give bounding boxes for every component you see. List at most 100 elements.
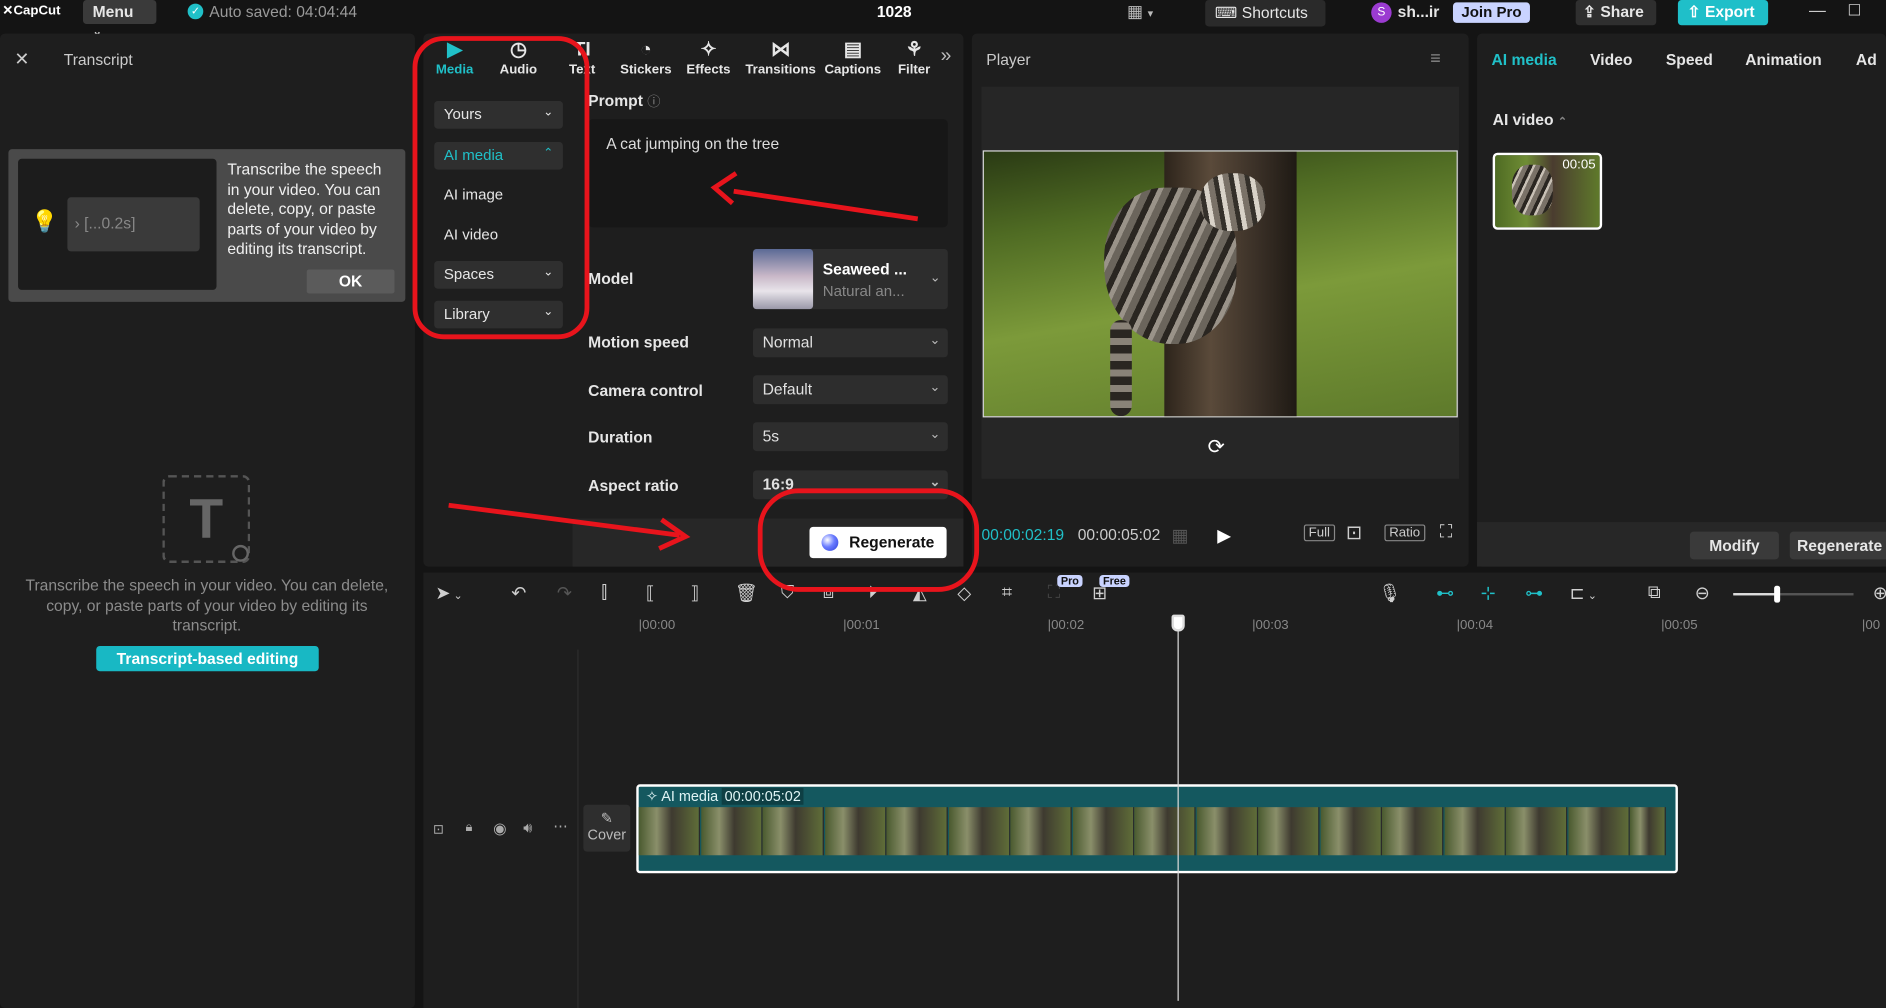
- maximize-icon[interactable]: ☐: [1848, 1, 1862, 20]
- sidebar-item-library[interactable]: Library ⌄: [434, 300, 563, 329]
- project-title[interactable]: 1028: [877, 2, 912, 20]
- video-frame[interactable]: [982, 150, 1458, 418]
- regenerate-button[interactable]: Regenerate: [809, 526, 947, 559]
- illustration-dot-icon: [232, 544, 249, 562]
- close-icon[interactable]: ✕: [14, 48, 29, 69]
- ai-video-section-label[interactable]: AI video ⌃: [1493, 111, 1567, 129]
- clip-frame-thumbnail: [948, 807, 1010, 856]
- lock-icon[interactable]: 🔒︎: [465, 820, 472, 836]
- hint-text: Transcribe the speech in your video. You…: [227, 159, 382, 258]
- motion-speed-select[interactable]: Normal ⌄: [752, 328, 948, 358]
- split-icon[interactable]: ⫿: [601, 582, 607, 602]
- crop-icon[interactable]: ⌗: [1002, 582, 1012, 602]
- tab-text[interactable]: TI Text: [561, 38, 604, 77]
- camera-control-label: Camera control: [588, 381, 703, 400]
- zoom-slider[interactable]: [1733, 585, 1854, 603]
- sidebar-item-ai-media[interactable]: AI media ⌃: [434, 141, 563, 170]
- preview-axis-icon[interactable]: ⊏ ⌄: [1570, 582, 1597, 603]
- thumbnail-mode-icon[interactable]: ⧉: [1648, 582, 1661, 602]
- reverse-icon[interactable]: ⏵: [868, 582, 877, 602]
- clip-frame-thumbnail: [1505, 807, 1568, 856]
- fullscreen-icon[interactable]: ⛶: [1440, 522, 1453, 542]
- more-icon[interactable]: ⋯: [553, 818, 567, 835]
- select-tool-icon[interactable]: ➤ ⌄: [435, 582, 462, 603]
- layout-icon[interactable]: ▦ ▾: [1127, 1, 1153, 21]
- zoom-in-icon[interactable]: ⊕: [1873, 582, 1886, 603]
- tab-media[interactable]: ▶ Media: [431, 38, 479, 77]
- right-tab-ai-media[interactable]: AI media: [1491, 51, 1556, 69]
- share-button[interactable]: ⇪ Share: [1575, 0, 1657, 26]
- mirror-icon[interactable]: ◭: [913, 582, 927, 603]
- marker-icon[interactable]: ⛉: [781, 582, 795, 602]
- menu-button[interactable]: Menu ⌄: [82, 0, 157, 37]
- thumb-cat-image: [1511, 164, 1553, 216]
- transcript-based-editing-button[interactable]: Transcript-based editing: [96, 645, 319, 672]
- right-tab-adjustment[interactable]: Ad: [1856, 51, 1886, 69]
- delete-icon[interactable]: 🗑: [735, 582, 758, 603]
- model-thumbnail: [752, 249, 814, 310]
- speaker-icon[interactable]: 🔊︎: [523, 819, 532, 837]
- link-main-track-icon[interactable]: ⊷: [1436, 582, 1454, 603]
- camera-control-select[interactable]: Default ⌄: [752, 375, 948, 405]
- stickers-icon: ◔: [640, 39, 652, 61]
- play-icon[interactable]: ▶: [1217, 524, 1231, 546]
- clip-frame-thumbnail: [1196, 807, 1258, 856]
- magnet-icon[interactable]: ⊹: [1481, 582, 1496, 603]
- split-right-icon[interactable]: ⟧: [690, 582, 699, 603]
- export-button[interactable]: ⇧ Export: [1677, 0, 1769, 26]
- chevron-up-icon: ⌃: [543, 146, 554, 160]
- ratio-button[interactable]: Ratio: [1384, 524, 1425, 542]
- sidebar-item-ai-video[interactable]: AI video: [444, 226, 498, 243]
- frames-grid-icon[interactable]: ▦: [1172, 524, 1189, 546]
- user-avatar[interactable]: S: [1371, 2, 1392, 23]
- zoom-slider-thumb[interactable]: [1774, 585, 1781, 603]
- rotate-tool-icon[interactable]: ◇: [957, 582, 971, 603]
- tab-transitions[interactable]: ⋈ Transitions: [745, 38, 817, 77]
- keyboard-icon: ⌨: [1214, 3, 1238, 22]
- cover-button[interactable]: ✎ Cover: [583, 804, 631, 852]
- model-name: Seaweed ...: [822, 259, 908, 278]
- playhead-handle[interactable]: [1171, 614, 1185, 632]
- modify-button[interactable]: Modify: [1689, 531, 1779, 560]
- sidebar-item-yours[interactable]: Yours ⌄: [434, 101, 563, 129]
- right-tab-video[interactable]: Video: [1590, 51, 1632, 69]
- freeze-icon[interactable]: ⧈: [823, 582, 834, 602]
- fit-screen-icon[interactable]: ⊡: [1346, 521, 1362, 545]
- right-regenerate-button[interactable]: Regenerate: [1789, 531, 1886, 560]
- join-pro-button[interactable]: Join Pro: [1452, 2, 1530, 23]
- redo-icon: ↷: [556, 583, 573, 604]
- tab-effects[interactable]: ✧ Effects: [683, 38, 734, 77]
- user-name[interactable]: sh...ir: [1398, 2, 1440, 20]
- clip-frame-thumbnail: [1443, 807, 1506, 856]
- rotate-icon[interactable]: ⟳: [1208, 435, 1225, 459]
- tab-stickers[interactable]: ◔ Stickers: [618, 38, 673, 77]
- shortcuts-button[interactable]: ⌨ Shortcuts: [1205, 0, 1326, 27]
- more-tabs-icon[interactable]: »: [941, 46, 952, 68]
- ruler-tick: |00:04: [1456, 618, 1494, 633]
- ai-sparkle-icon: ✧: [645, 787, 659, 805]
- prompt-textarea[interactable]: A cat jumping on the tree: [588, 119, 948, 228]
- duration-select[interactable]: 5s ⌄: [752, 422, 948, 452]
- aspect-ratio-select[interactable]: 16:9 ⌄: [752, 470, 948, 500]
- undo-icon[interactable]: ↶: [511, 582, 526, 603]
- minimize-icon[interactable]: —: [1809, 0, 1826, 19]
- player-menu-icon[interactable]: ≡: [1430, 48, 1441, 68]
- chevron-down-icon: ⌄: [929, 270, 941, 286]
- total-time: 00:00:05:02: [1077, 525, 1161, 544]
- zoom-out-icon[interactable]: ⊖: [1695, 582, 1710, 603]
- tab-captions[interactable]: ▤ Captions: [824, 38, 882, 77]
- sidebar-item-spaces[interactable]: Spaces ⌄: [434, 261, 563, 289]
- hint-ok-button[interactable]: OK: [306, 269, 395, 294]
- sidebar-item-ai-image[interactable]: AI image: [444, 186, 503, 203]
- tab-audio[interactable]: ◷ Audio: [496, 38, 542, 77]
- microphone-icon[interactable]: 🎙: [1378, 582, 1401, 603]
- current-time: 00:00:02:19: [981, 525, 1065, 544]
- split-left-icon[interactable]: ⟦: [646, 582, 655, 603]
- linkage-icon[interactable]: ⊶: [1525, 582, 1543, 603]
- chevron-down-icon: ⌄: [929, 333, 941, 348]
- right-tab-speed[interactable]: Speed: [1666, 51, 1713, 69]
- eye-icon[interactable]: ◉: [493, 819, 507, 838]
- tab-filter[interactable]: ⚘ Filter: [896, 38, 932, 77]
- full-button[interactable]: Full: [1303, 524, 1335, 542]
- right-tab-animation[interactable]: Animation: [1745, 51, 1821, 69]
